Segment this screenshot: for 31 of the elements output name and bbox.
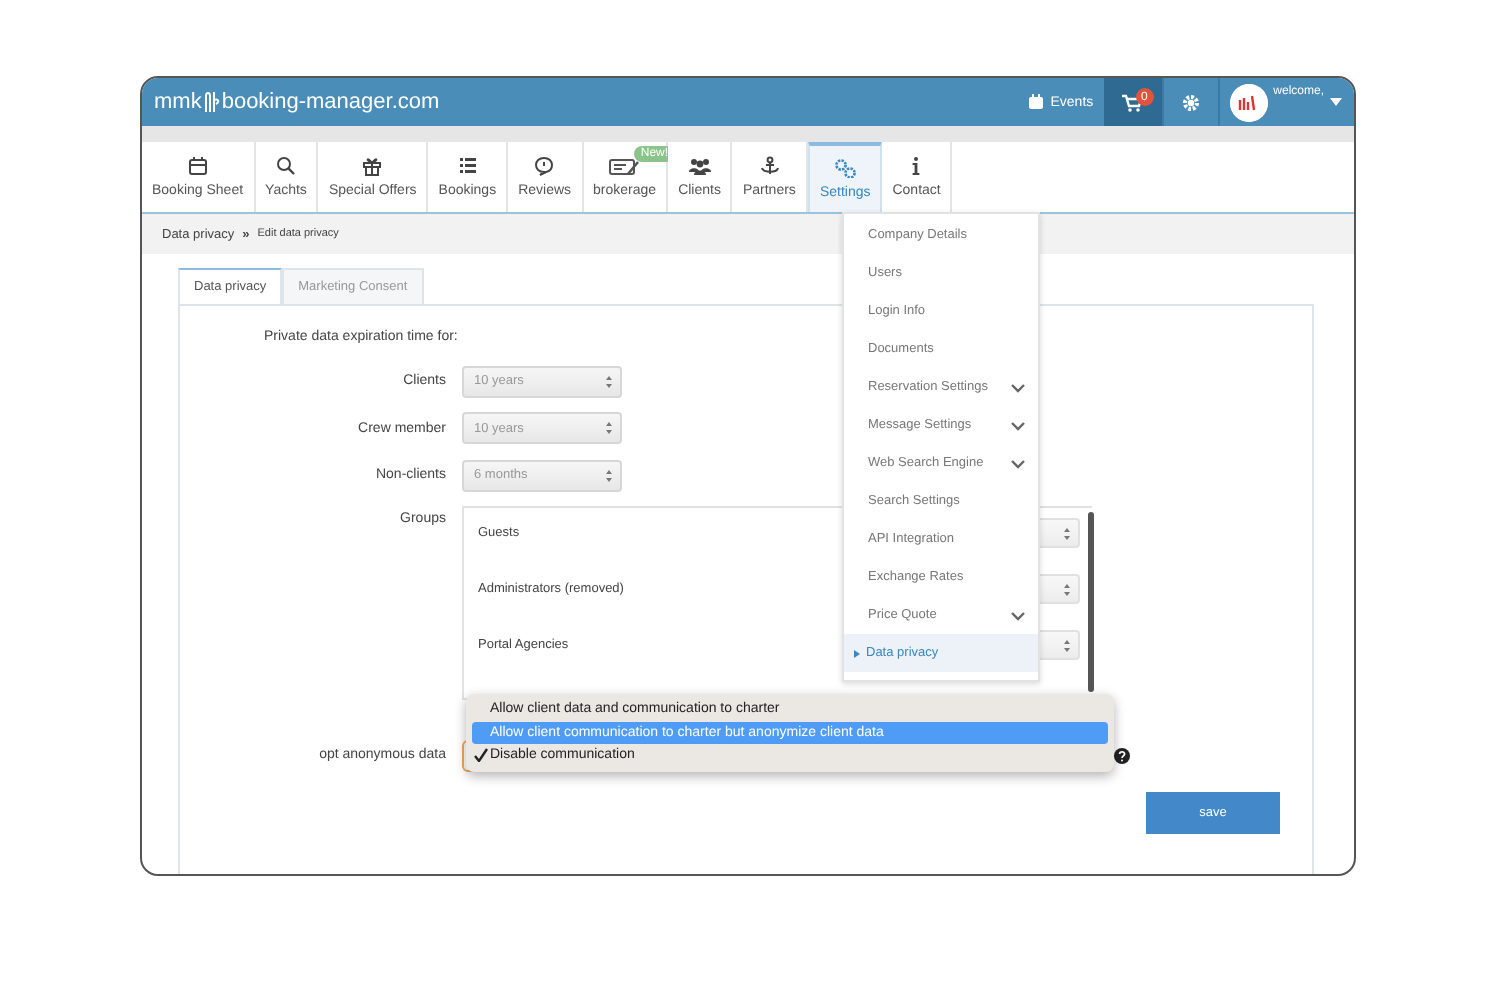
caret-icon (1330, 98, 1342, 106)
calendar-icon (187, 156, 208, 176)
help-icon (1114, 747, 1130, 763)
calendar-icon (1028, 94, 1045, 110)
logo-text: mmk (154, 90, 202, 114)
chevron-down-icon (1010, 609, 1026, 621)
avatar-icon (1229, 83, 1268, 121)
logo-text: booking-manager.com (221, 90, 440, 114)
updown-arrow-icon (1062, 581, 1072, 597)
checkmark-icon (474, 748, 488, 762)
list-icon (457, 156, 478, 176)
speech-bubble-icon (534, 156, 555, 176)
updown-arrow-icon (1062, 525, 1072, 541)
card-with-pen-icon (608, 156, 641, 176)
scrollbar[interactable] (1088, 511, 1094, 691)
updown-arrow-icon (1062, 637, 1072, 653)
chevron-down-icon (1010, 457, 1026, 469)
chevron-down-icon (1010, 419, 1026, 431)
triangle-icon (854, 649, 860, 657)
gears-icon (834, 158, 857, 178)
anchor-icon (759, 156, 780, 176)
settings-icon (1181, 93, 1200, 111)
updown-arrow-icon (604, 467, 614, 483)
updown-arrow-icon (604, 373, 614, 389)
gift-icon (362, 156, 383, 176)
chevron-down-icon (1010, 381, 1026, 393)
cart-icon (1122, 93, 1143, 111)
updown-arrow-icon (604, 420, 614, 436)
search-icon (275, 156, 296, 176)
people-icon (687, 156, 712, 176)
logo-icon (203, 90, 220, 114)
